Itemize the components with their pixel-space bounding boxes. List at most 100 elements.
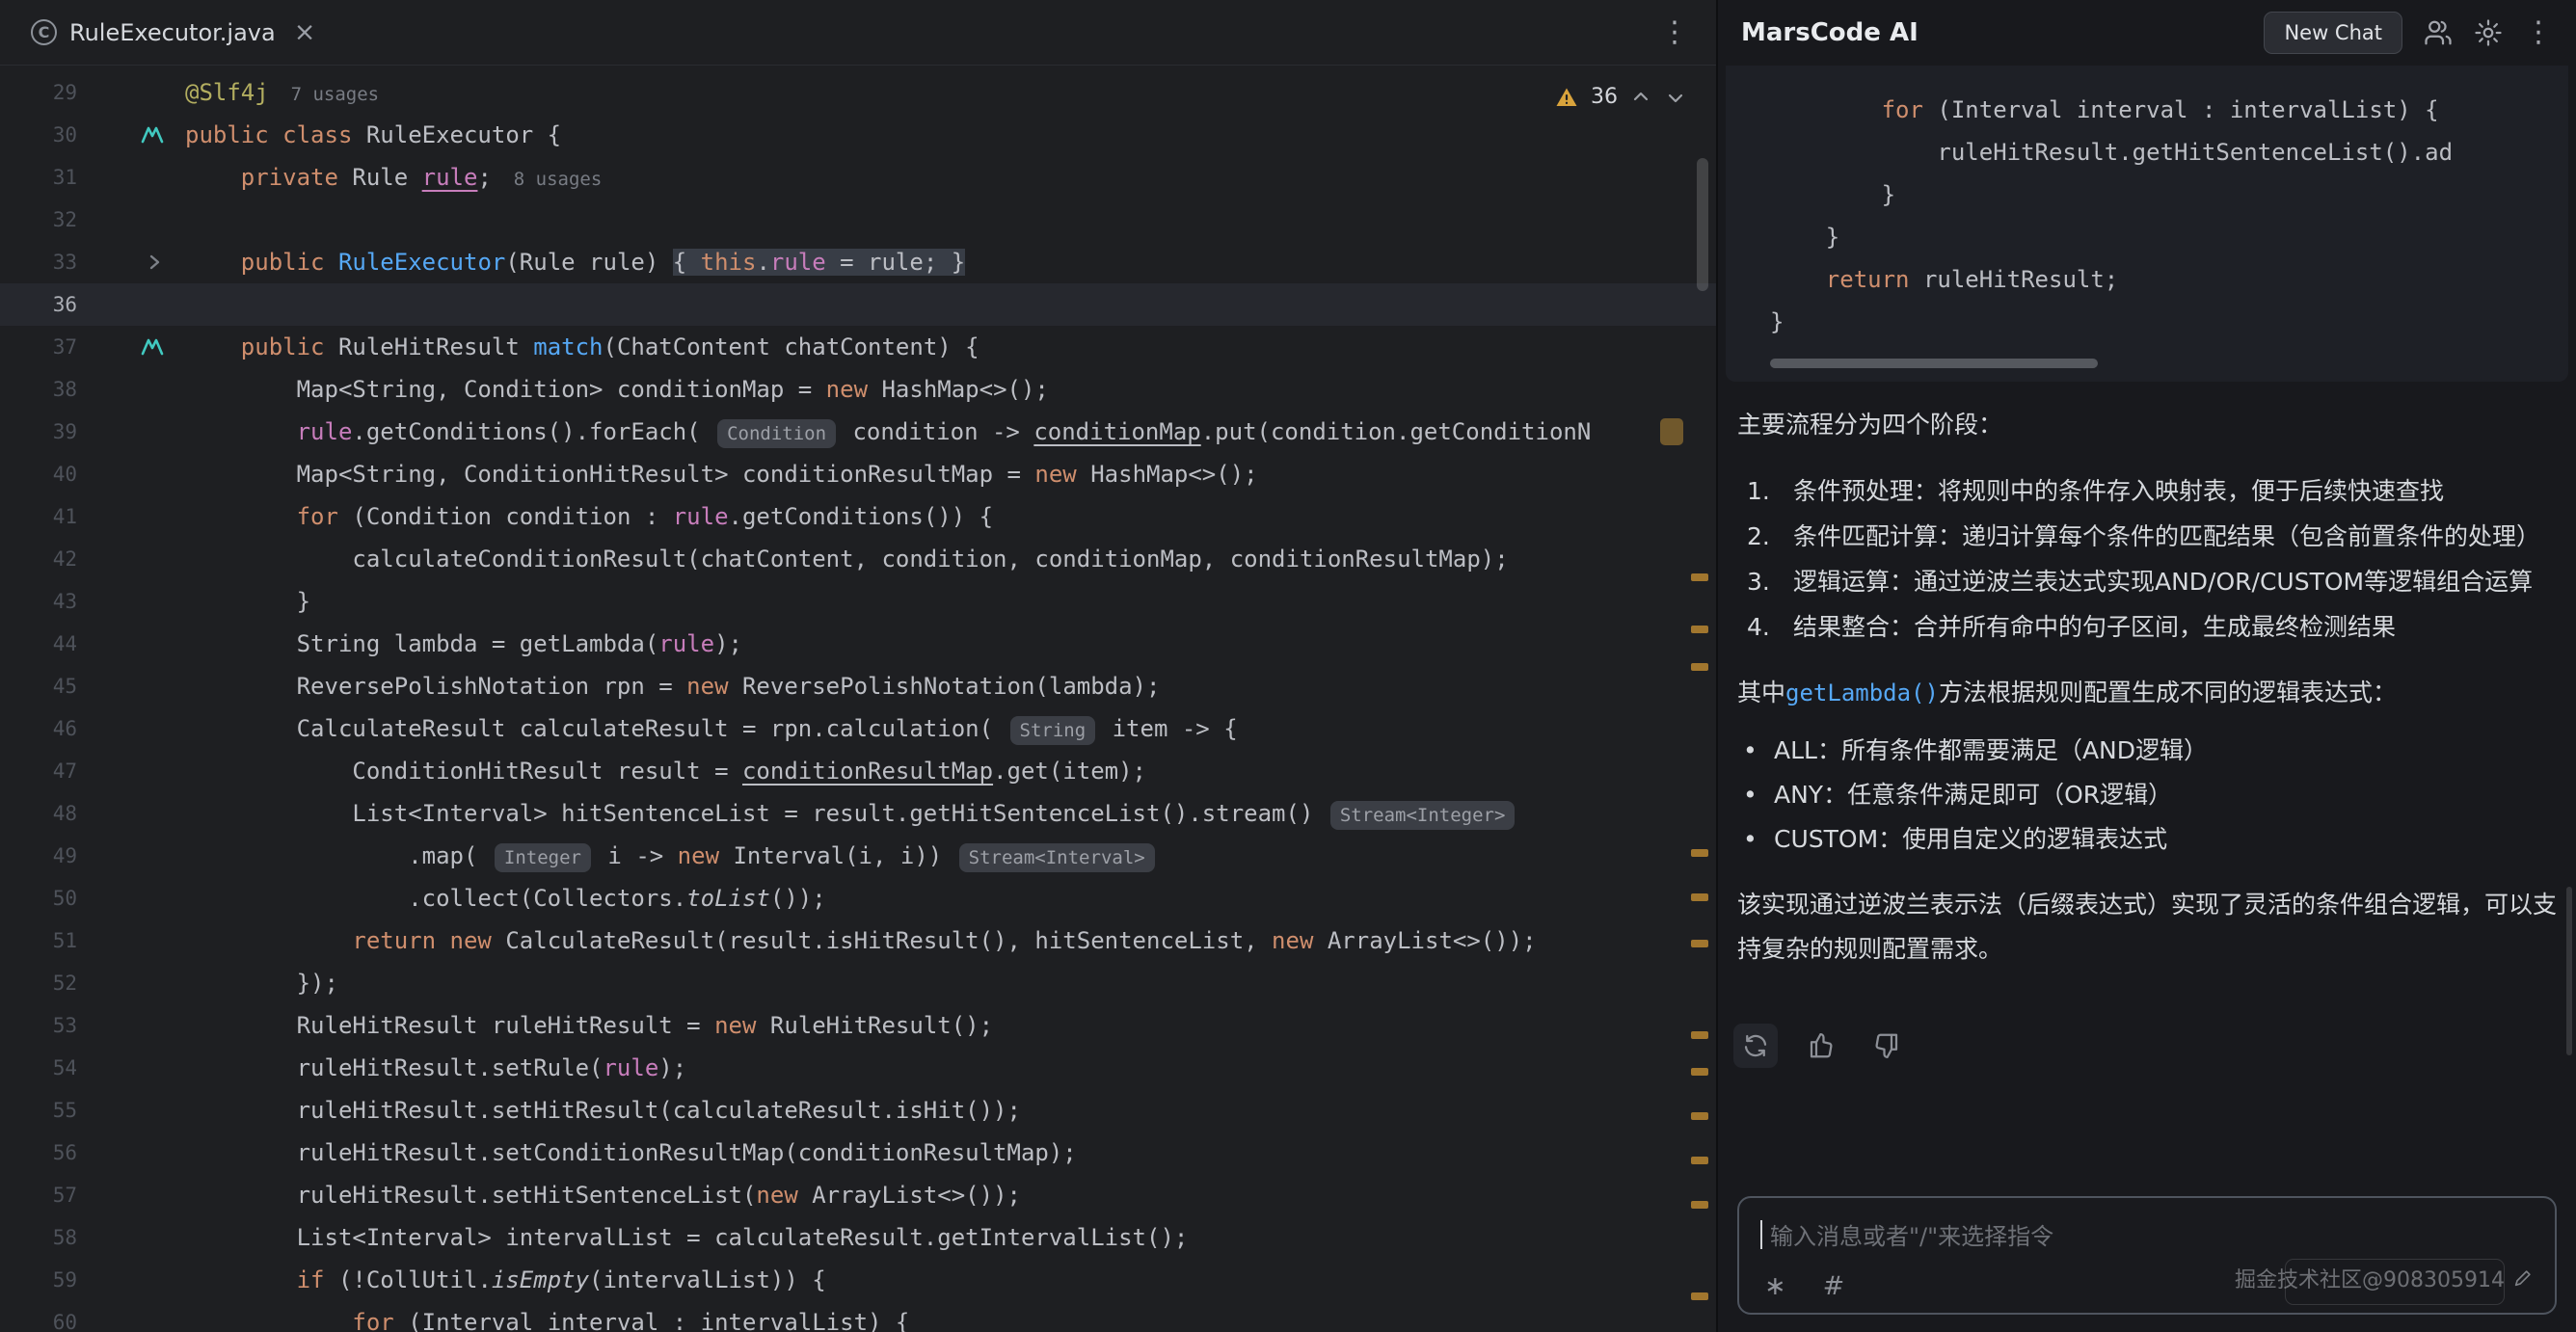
code-line-37[interactable]: 37 public RuleHitResult match(ChatConten… [0, 326, 1716, 368]
code-line-46[interactable]: 46 CalculateResult calculateResult = rpn… [0, 707, 1716, 750]
line-number[interactable]: 29 [0, 81, 77, 104]
code-line-58[interactable]: 58 List<Interval> intervalList = calcula… [0, 1216, 1716, 1259]
line-number[interactable]: 32 [0, 208, 77, 231]
code-editor[interactable]: 36 29@Slf4j 7 usages30public class RuleE… [0, 66, 1716, 1332]
code-line-47[interactable]: 47 ConditionHitResult result = condition… [0, 750, 1716, 792]
stripe-warning-mark[interactable] [1691, 1201, 1708, 1209]
thumbs-down-button[interactable] [1865, 1024, 1909, 1068]
stripe-warning-mark[interactable] [1691, 1157, 1708, 1164]
line-number[interactable]: 36 [0, 293, 77, 316]
stripe-warning-mark[interactable] [1691, 940, 1708, 947]
line-number[interactable]: 41 [0, 505, 77, 528]
invite-users-icon[interactable] [2424, 18, 2453, 47]
chat-scrollbar[interactable] [2566, 887, 2572, 1055]
line-number[interactable]: 55 [0, 1099, 77, 1122]
gear-icon[interactable] [2474, 18, 2503, 47]
code-line-54[interactable]: 54 ruleHitResult.setRule(rule); [0, 1047, 1716, 1089]
line-number[interactable]: 43 [0, 590, 77, 613]
line-number[interactable]: 45 [0, 675, 77, 698]
code-line-41[interactable]: 41 for (Condition condition : rule.getCo… [0, 495, 1716, 538]
line-number[interactable]: 50 [0, 887, 77, 910]
code-line-57[interactable]: 57 ruleHitResult.setHitSentenceList(new … [0, 1174, 1716, 1216]
code-line-33[interactable]: 33 public RuleExecutor(Rule rule) { this… [0, 241, 1716, 283]
code-line-43[interactable]: 43 } [0, 580, 1716, 623]
line-number[interactable]: 33 [0, 251, 77, 274]
tab-rule-executor[interactable]: C RuleExecutor.java × [13, 0, 333, 66]
code-line-53[interactable]: 53 RuleHitResult ruleHitResult = new Rul… [0, 1004, 1716, 1047]
line-number[interactable]: 54 [0, 1056, 77, 1079]
stripe-warning-mark[interactable] [1691, 893, 1708, 901]
code-line-59[interactable]: 59 if (!CollUtil.isEmpty(intervalList)) … [0, 1259, 1716, 1301]
chat-input-box[interactable]: 输入消息或者"/"来选择指令 ∗ # 掘金技术社区@908305914 [1737, 1196, 2557, 1315]
stripe-warning-mark[interactable] [1691, 1112, 1708, 1120]
fold-arrow-icon[interactable] [145, 253, 164, 272]
code-line-52[interactable]: 52 }); [0, 962, 1716, 1004]
panel-kebab-icon[interactable]: ⋮ [2524, 18, 2553, 47]
code-line-30[interactable]: 30public class RuleExecutor { [0, 114, 1716, 156]
code-line-31[interactable]: 31 private Rule rule; 8 usages [0, 156, 1716, 199]
line-number[interactable]: 52 [0, 972, 77, 995]
code-line-40[interactable]: 40 Map<String, ConditionHitResult> condi… [0, 453, 1716, 495]
line-number[interactable]: 42 [0, 547, 77, 571]
regenerate-button[interactable] [1733, 1024, 1778, 1068]
code-line-48[interactable]: 48 List<Interval> hitSentenceList = resu… [0, 792, 1716, 835]
line-number[interactable]: 31 [0, 166, 77, 189]
code-text: Map<String, ConditionHitResult> conditio… [185, 461, 1258, 488]
marscode-gutter-icon[interactable] [141, 125, 164, 145]
line-number[interactable]: 49 [0, 844, 77, 867]
code-token: . [756, 249, 769, 276]
code-line-51[interactable]: 51 return new CalculateResult(result.isH… [0, 919, 1716, 962]
gutter-fold-slot[interactable] [77, 253, 185, 272]
code-line-45[interactable]: 45 ReversePolishNotation rpn = new Rever… [0, 665, 1716, 707]
line-number[interactable]: 40 [0, 463, 77, 486]
code-line-60[interactable]: 60 for (Interval interval : intervalList… [0, 1301, 1716, 1332]
line-number[interactable]: 51 [0, 929, 77, 952]
stripe-warning-mark[interactable] [1691, 849, 1708, 857]
close-icon[interactable]: × [294, 19, 316, 45]
stripe-warning-mark[interactable] [1691, 1068, 1708, 1076]
line-number[interactable]: 53 [0, 1014, 77, 1037]
stripe-warning-mark[interactable] [1691, 1031, 1708, 1039]
line-number[interactable]: 46 [0, 717, 77, 740]
thumbs-up-button[interactable] [1799, 1024, 1843, 1068]
code-line-42[interactable]: 42 calculateConditionResult(chatContent,… [0, 538, 1716, 580]
line-number[interactable]: 39 [0, 420, 77, 443]
line-number[interactable]: 57 [0, 1184, 77, 1207]
code-line-44[interactable]: 44 String lambda = getLambda(rule); [0, 623, 1716, 665]
line-number[interactable]: 58 [0, 1226, 77, 1249]
code-line-29[interactable]: 29@Slf4j 7 usages [0, 71, 1716, 114]
stripe-warning-mark[interactable] [1691, 1292, 1708, 1300]
hash-icon[interactable]: # [1823, 1273, 1845, 1299]
commands-icon[interactable]: ∗ [1764, 1273, 1786, 1299]
stripe-warning-mark[interactable] [1691, 663, 1708, 671]
editor-scrollbar[interactable] [1697, 158, 1708, 291]
inspections-widget[interactable]: 36 [1554, 85, 1687, 109]
stripe-warning-mark[interactable] [1691, 573, 1708, 581]
code-line-56[interactable]: 56 ruleHitResult.setConditionResultMap(c… [0, 1132, 1716, 1174]
code-line-32[interactable]: 32 [0, 199, 1716, 241]
code-line-39[interactable]: 39 rule.getConditions().forEach( Conditi… [0, 411, 1716, 453]
line-number[interactable]: 59 [0, 1268, 77, 1292]
code-horizontal-scrollbar[interactable] [1770, 359, 2098, 368]
code-line-50[interactable]: 50 .collect(Collectors.toList()); [0, 877, 1716, 919]
line-number[interactable]: 38 [0, 378, 77, 401]
code-line-55[interactable]: 55 ruleHitResult.setHitResult(calculateR… [0, 1089, 1716, 1132]
stripe-warning-mark[interactable] [1691, 626, 1708, 633]
marscode-gutter-icon[interactable] [141, 337, 164, 357]
line-number[interactable]: 48 [0, 802, 77, 825]
gutter-ai-icon-slot[interactable] [77, 125, 185, 145]
line-number[interactable]: 37 [0, 335, 77, 359]
code-line-49[interactable]: 49 .map( Integer i -> new Interval(i, i)… [0, 835, 1716, 877]
line-number[interactable]: 44 [0, 632, 77, 655]
line-number[interactable]: 30 [0, 123, 77, 147]
line-number[interactable]: 47 [0, 759, 77, 783]
next-warning-button[interactable] [1664, 86, 1687, 109]
prev-warning-button[interactable] [1629, 86, 1652, 109]
code-line-36[interactable]: 36 [0, 283, 1716, 326]
new-chat-button[interactable]: New Chat [2264, 12, 2402, 54]
gutter-ai-icon-slot[interactable] [77, 337, 185, 357]
editor-menu-kebab-icon[interactable]: ⋮ [1660, 18, 1689, 47]
code-line-38[interactable]: 38 Map<String, Condition> conditionMap =… [0, 368, 1716, 411]
line-number[interactable]: 60 [0, 1311, 77, 1332]
line-number[interactable]: 56 [0, 1141, 77, 1164]
